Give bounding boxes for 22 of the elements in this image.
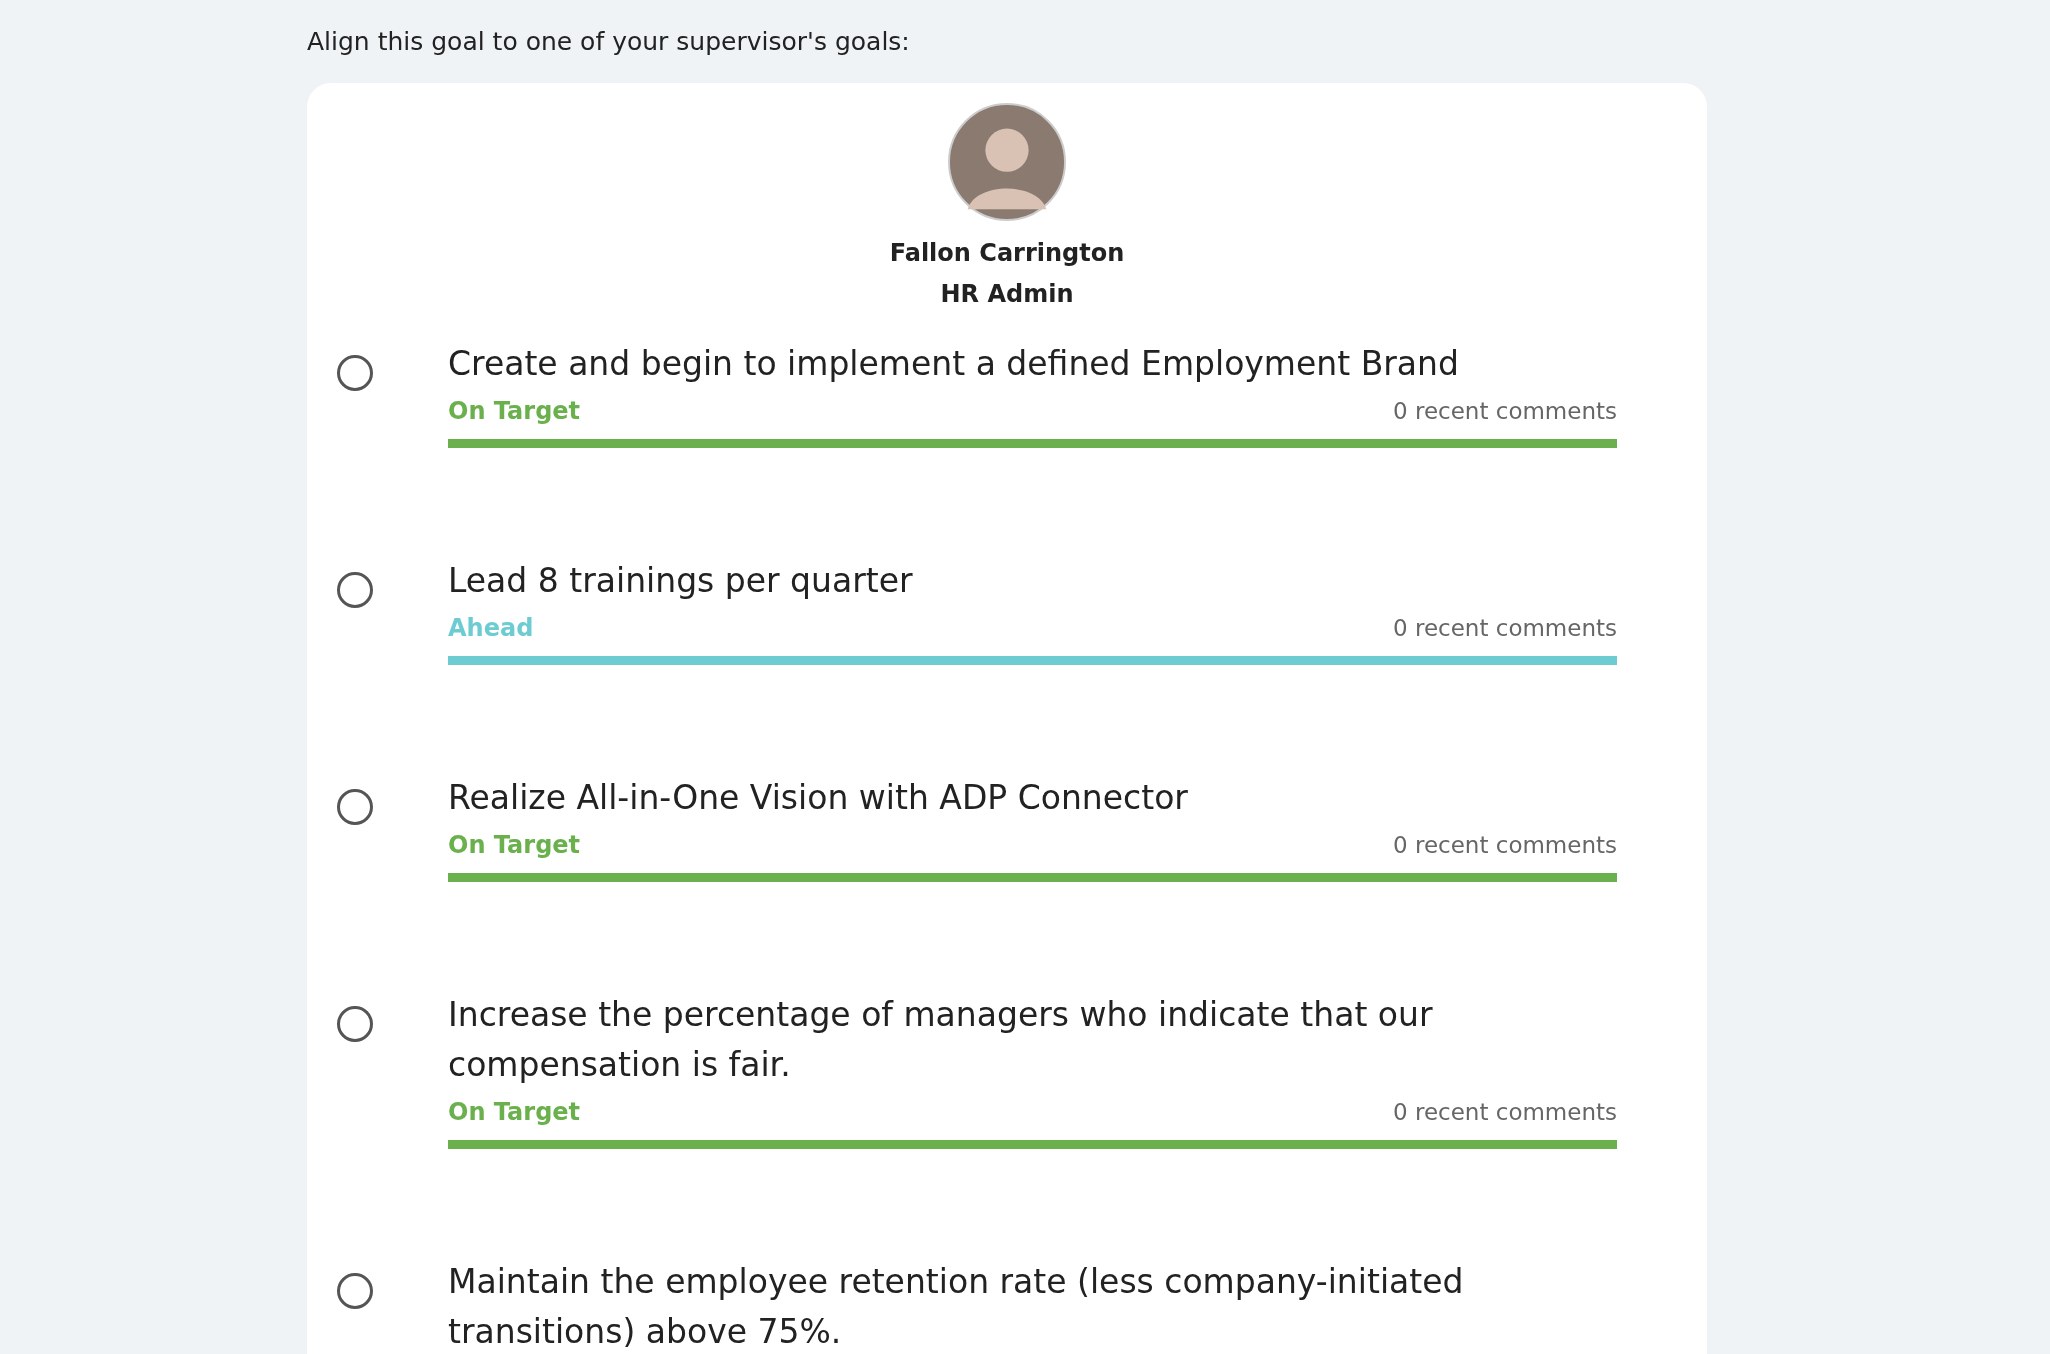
supervisor-name: Fallon Carrington — [889, 238, 1125, 269]
radio-button[interactable] — [337, 1006, 373, 1042]
comment-count: 0 recent comments — [1393, 398, 1617, 424]
radio-button[interactable] — [337, 355, 373, 391]
goal-title: Maintain the employee retention rate (less company-initiated transitions) above 75%. — [448, 1261, 1465, 1353]
goal-title: Lead 8 trainings per quarter — [448, 560, 914, 602]
goal-title: Increase the percentage of managers who indicate that our compensation is fair. — [448, 994, 1434, 1086]
radio-button[interactable] — [337, 1273, 373, 1309]
comment-count: 0 recent comments — [1393, 1099, 1617, 1125]
goal-status: On Target — [448, 1098, 581, 1126]
goal-status: Ahead — [448, 614, 534, 642]
supervisor-role: HR Admin — [940, 279, 1074, 310]
radio-button[interactable] — [337, 572, 373, 608]
goal-status: On Target — [448, 831, 581, 859]
radio-button[interactable] — [337, 789, 373, 825]
comment-count: 0 recent comments — [1393, 615, 1617, 641]
prompt-text: Align this goal to one of your supervisor's goals: — [307, 26, 911, 58]
goal-status: On Target — [448, 397, 581, 425]
comment-count: 0 recent comments — [1393, 832, 1617, 858]
avatar-icon — [948, 103, 1066, 221]
goal-title: Realize All-in-One Vision with ADP Connector — [448, 777, 1189, 819]
goal-title: Create and begin to implement a defined Employment Brand — [448, 343, 1460, 385]
